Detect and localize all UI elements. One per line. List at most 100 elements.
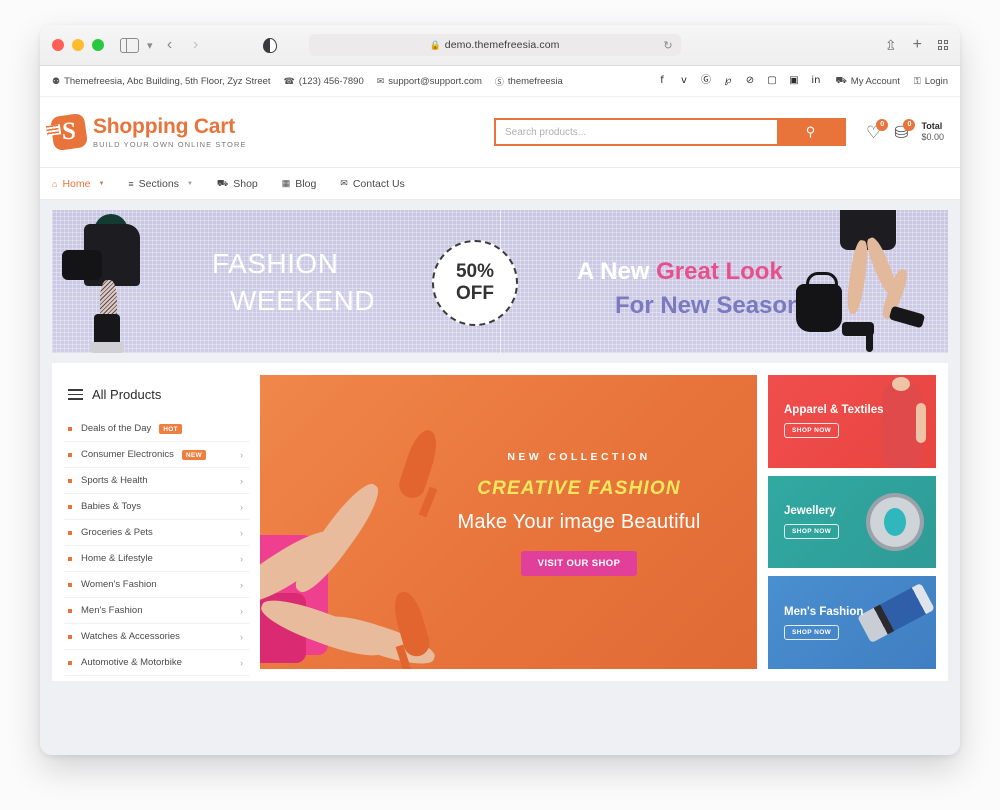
sidebar-item-automotive-motorbike[interactable]: Automotive & Motorbike › xyxy=(64,650,249,676)
back-arrow-icon[interactable]: ‹ xyxy=(161,36,179,54)
shop-now-button[interactable]: SHOP NOW xyxy=(784,624,840,640)
shop-now-button[interactable]: SHOP NOW xyxy=(784,524,840,539)
sidebar-item-mens-fashion[interactable]: Men's Fashion › xyxy=(64,598,249,624)
chevron-down-icon[interactable]: ▾ xyxy=(147,39,153,52)
nav-item-sections-label: Sections xyxy=(138,177,179,190)
sidebar-item-watches-accessories[interactable]: Watches & Accessories › xyxy=(64,624,249,650)
category-sidebar-header[interactable]: All Products xyxy=(64,375,249,416)
nav-item-contact[interactable]: ✉ Contact Us xyxy=(340,178,404,190)
nav-item-home-label: Home xyxy=(62,177,91,190)
search-button[interactable]: ⚲ xyxy=(776,120,844,144)
bullet-icon xyxy=(68,504,72,509)
category-label: Deals of the Day xyxy=(81,423,152,434)
promo-eyebrow-text: NEW COLLECTION xyxy=(507,451,651,463)
nav-item-blog[interactable]: ▦ Blog xyxy=(282,178,317,190)
promo-banner[interactable]: NEW COLLECTION CREATIVE FASHION Make You… xyxy=(260,375,757,669)
category-label: Babies & Toys xyxy=(81,501,142,512)
site-logo[interactable]: S Shopping Cart BUILD YOUR OWN ONLINE ST… xyxy=(49,112,247,152)
skype-icon: Ⓢ xyxy=(494,76,504,87)
trimmer-image xyxy=(857,576,936,669)
category-sidebar-title: All Products xyxy=(92,387,162,402)
wishlist-count-badge: 0 xyxy=(876,118,889,131)
promo-card-title: Apparel & Textiles xyxy=(784,404,884,417)
maximize-window-button[interactable] xyxy=(92,39,104,51)
promo-card-jewellery[interactable]: Jewellery SHOP NOW xyxy=(768,475,936,569)
shop-cart-icon: ⛟ xyxy=(216,177,229,188)
window-controls xyxy=(52,39,104,51)
cart-total-value: $0.00 xyxy=(921,132,944,142)
sidebar-item-home-lifestyle[interactable]: Home & Lifestyle › xyxy=(64,546,249,572)
my-account-link[interactable]: ⛟ My Account xyxy=(835,75,899,87)
promo-card-title: Men's Fashion xyxy=(784,605,864,618)
sidebar-item-deals-of-the-day[interactable]: Deals of the Day HOT xyxy=(64,416,249,442)
search-input[interactable] xyxy=(495,120,777,144)
sidebar-item-groceries-pets[interactable]: Groceries & Pets › xyxy=(64,520,249,546)
sidebar-item-sports-health[interactable]: Sports & Health › xyxy=(64,468,249,494)
reload-icon[interactable]: ↻ xyxy=(663,39,672,52)
apparel-dress-image xyxy=(858,375,936,468)
plus-icon[interactable]: + xyxy=(913,36,922,54)
forward-arrow-icon[interactable]: › xyxy=(187,36,205,54)
shop-now-button[interactable]: SHOP NOW xyxy=(784,423,840,439)
login-label: Login xyxy=(924,75,948,87)
instagram-icon[interactable]: ▢ xyxy=(766,76,777,86)
nav-item-home[interactable]: ⌂ Home ▼ xyxy=(52,178,104,190)
close-window-button[interactable] xyxy=(52,39,64,51)
cart-button[interactable]: ⛁ 0 xyxy=(894,118,916,141)
tab-overview-icon[interactable] xyxy=(938,40,948,50)
facebook-icon[interactable]: f xyxy=(656,76,667,86)
google-plus-icon[interactable]: Ⓖ xyxy=(700,76,711,86)
logo-letter: S xyxy=(61,117,76,145)
header-actions: ♡ 0 ⛁ 0 Total $0.00 xyxy=(866,118,944,144)
sidebar-item-consumer-electronics[interactable]: Consumer Electronics NEW › xyxy=(64,442,249,468)
contact-email[interactable]: ✉ support@support.com xyxy=(377,76,482,87)
contact-phone[interactable]: ☎ (123) 456-7890 xyxy=(284,76,364,87)
sidebar-toggle-icon[interactable] xyxy=(120,37,139,53)
dribbble-icon[interactable]: ⊘ xyxy=(744,76,755,86)
chevron-right-icon: › xyxy=(240,605,243,616)
minimize-window-button[interactable] xyxy=(72,39,84,51)
browser-toolbar: ▾ ‹ › 🔒 demo.themefreesia.com ↻ ⇫ + xyxy=(40,25,960,66)
contact-skype-text: themefreesia xyxy=(507,75,563,87)
visit-our-shop-button[interactable]: VISIT OUR SHOP xyxy=(520,551,638,576)
pinterest-icon[interactable]: ℘ xyxy=(722,76,733,86)
hero-right-line1-plain: A New xyxy=(577,258,657,285)
bullet-icon xyxy=(68,478,72,483)
padlock-icon: ⚿ xyxy=(913,75,921,86)
sidebar-item-babies-toys[interactable]: Babies & Toys › xyxy=(64,494,249,520)
linkedin-icon[interactable]: in xyxy=(810,76,821,86)
promo-card-mens-fashion[interactable]: Men's Fashion SHOP NOW xyxy=(768,576,936,670)
content-panel: All Products Deals of the Day HOT Consum… xyxy=(52,363,948,681)
page-viewport: ⚉ Themefreesia, Abc Building, 5th Floor,… xyxy=(40,66,960,755)
hero-banner[interactable]: FASHION WEEKEND 50% OFF A New Great Look… xyxy=(52,210,948,353)
privacy-shield-icon[interactable] xyxy=(262,37,277,53)
my-account-label: My Account xyxy=(850,75,900,87)
contact-skype[interactable]: Ⓢ themefreesia xyxy=(495,75,563,88)
hot-badge: HOT xyxy=(159,423,182,434)
hero-left-line1: FASHION xyxy=(212,248,339,279)
category-label: Men's Fashion xyxy=(81,605,143,616)
bullet-icon xyxy=(68,426,72,431)
contact-phone-text: (123) 456-7890 xyxy=(298,75,364,87)
share-icon[interactable]: ⇫ xyxy=(885,37,897,54)
nav-item-shop[interactable]: ⛟ Shop xyxy=(217,178,258,190)
site-tagline: BUILD YOUR OWN ONLINE STORE xyxy=(93,139,247,149)
product-search[interactable]: ⚲ xyxy=(493,118,846,146)
chevron-right-icon: › xyxy=(240,631,243,642)
login-link[interactable]: ⚿ Login xyxy=(914,76,948,87)
chevron-right-icon: › xyxy=(240,553,243,564)
jewellery-ring-image xyxy=(858,476,936,569)
bullet-icon xyxy=(68,608,72,613)
category-label: Watches & Accessories xyxy=(81,631,180,642)
twitter-icon[interactable]: ᴠ xyxy=(678,76,689,86)
address-bar[interactable]: 🔒 demo.themefreesia.com ↻ xyxy=(308,34,681,56)
sidebar-item-womens-fashion[interactable]: Women's Fashion › xyxy=(64,572,249,598)
wishlist-button[interactable]: ♡ 0 xyxy=(866,118,889,141)
flickr-icon[interactable]: ▣ xyxy=(788,76,799,86)
hero-model-left-image xyxy=(60,210,180,353)
category-label: Groceries & Pets xyxy=(81,527,153,538)
promo-card-apparel[interactable]: Apparel & Textiles SHOP NOW xyxy=(768,375,936,468)
hero-region: FASHION WEEKEND 50% OFF A New Great Look… xyxy=(40,200,960,353)
nav-item-sections[interactable]: ≡ Sections ▼ xyxy=(128,178,193,190)
hamburger-icon xyxy=(68,388,83,401)
